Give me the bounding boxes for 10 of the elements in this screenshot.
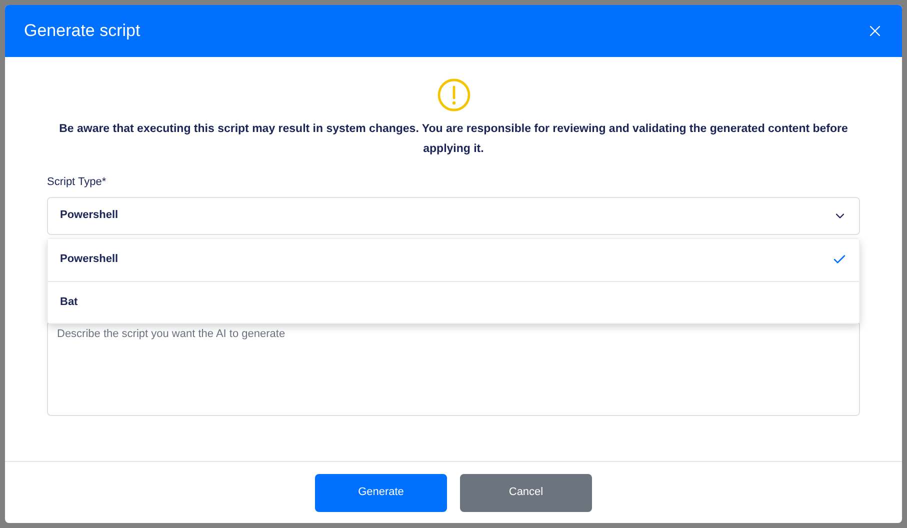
dialog-title: Generate script <box>24 20 140 42</box>
description-field[interactable]: Describe the script you want the AI to generate <box>47 320 860 416</box>
field-label: Script Type* <box>47 175 108 190</box>
exclamation-icon <box>436 78 470 112</box>
script-type-select[interactable]: Powershell <box>47 196 860 234</box>
warning-text: Be aware that executing this script may result in system changes. You are responsible for reviewing and validating the generated content before applying it. <box>58 122 849 157</box>
dropdown-option[interactable]: Bat <box>48 280 859 322</box>
generate-button[interactable]: Generate <box>315 474 447 512</box>
cancel-button[interactable]: Cancel <box>460 474 592 512</box>
dropdown-option[interactable]: Powershell <box>48 238 859 280</box>
